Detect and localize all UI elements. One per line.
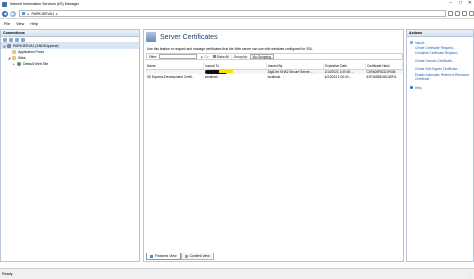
- import-icon: [410, 41, 413, 44]
- menu-help[interactable]: Help: [30, 22, 38, 26]
- filter-bar: Filter: ▶ Go Show All | Group by: No Gro…: [146, 53, 403, 60]
- sites-folder-icon: [12, 56, 16, 60]
- go-arrow-icon: ▶: [200, 54, 204, 59]
- cell-hash: 61F3A5BD3DC6EFA: [366, 74, 397, 79]
- cell-issued-by: localhost: [267, 74, 281, 79]
- connect-icon[interactable]: [3, 37, 7, 42]
- status-text: Ready: [2, 272, 13, 276]
- address-bar: ◀ ▶ ▸ PARKJEEVA1 ▸: [0, 9, 474, 19]
- show-all-button[interactable]: Show All: [212, 55, 229, 59]
- back-button[interactable]: ◀: [2, 10, 8, 17]
- tree-item-label: Application Pools: [18, 50, 45, 54]
- view-tabs: Features View Content View: [146, 253, 214, 260]
- group-by-label: Group by:: [233, 54, 248, 59]
- close-button[interactable]: ✕: [468, 1, 472, 6]
- refresh-icon[interactable]: [448, 11, 454, 16]
- window-title: Internet Information Services (IIS) Mana…: [10, 2, 79, 6]
- tree-item-label: Sites: [18, 56, 26, 60]
- breadcrumb-server[interactable]: PARKJEEVA1: [31, 12, 54, 16]
- connections-header: Connections: [1, 30, 139, 37]
- connections-panel: Connections ◢ PARKJEEVA1 (ANDI\Uppena) A…: [0, 29, 140, 262]
- server-icon: [21, 12, 25, 15]
- home-icon[interactable]: [462, 11, 468, 16]
- server-icon: [7, 44, 11, 48]
- address-field[interactable]: ▸ PARKJEEVA1 ▸: [18, 10, 447, 17]
- tree-item-label: PARKJEEVA1 (ANDI\Uppena): [13, 44, 59, 48]
- up-icon[interactable]: [15, 37, 19, 42]
- group-by-select[interactable]: No Grouping: [249, 54, 274, 59]
- features-view-icon: [150, 254, 153, 258]
- help-icon: [410, 86, 413, 89]
- actions-header: Actions: [407, 30, 473, 37]
- feature-header: Server Certificates: [146, 32, 218, 42]
- features-panel: Server Certificates Use this feature to …: [143, 29, 404, 262]
- action-enable-automatic-rebind[interactable]: Enable Automatic Rebind of Renewed Certi…: [407, 73, 471, 82]
- cell-name: IIS Express Development Certif...: [147, 74, 195, 79]
- content-view-icon: [184, 254, 188, 258]
- tree-item-label: Default Web Site: [23, 62, 49, 66]
- globe-icon: [17, 62, 21, 66]
- filter-separator: |: [230, 54, 232, 59]
- certificates-table: Name Issued To Issued By Expiration Date…: [146, 63, 403, 79]
- breadcrumb-separator-icon: ▸: [27, 11, 30, 16]
- maximize-button[interactable]: □: [459, 1, 462, 6]
- title-bar: Internet Information Services (IIS) Mana…: [0, 0, 474, 8]
- menu-file[interactable]: File: [4, 22, 10, 26]
- forward-button[interactable]: ▶: [9, 10, 16, 17]
- feature-description: Use this feature to request and manage c…: [147, 47, 314, 51]
- minimize-button[interactable]: –: [449, 1, 452, 6]
- save-icon[interactable]: [9, 37, 13, 42]
- iis-app-icon: [2, 1, 7, 7]
- certificate-icon: [146, 32, 156, 42]
- menu-view[interactable]: View: [16, 22, 24, 26]
- resize-grip-icon[interactable]: ⋱: [468, 273, 472, 278]
- status-bar: Ready ⋱: [0, 268, 474, 279]
- collapse-icon[interactable]: ◢: [8, 56, 11, 60]
- tree-item-default-web-site[interactable]: ▸ Default Web Site: [1, 61, 139, 67]
- actions-panel: Actions Import... Create Certificate Req…: [406, 29, 474, 262]
- collapse-icon[interactable]: ◢: [3, 44, 6, 48]
- page-title: Server Certificates: [160, 33, 218, 41]
- show-all-icon: [212, 55, 216, 58]
- filter-label: Filter:: [149, 54, 157, 59]
- stop-icon[interactable]: [455, 11, 461, 16]
- go-button[interactable]: ▶ Go: [201, 55, 209, 59]
- tab-features-view[interactable]: Features View: [146, 253, 181, 260]
- action-help[interactable]: Help: [407, 85, 473, 90]
- filter-input[interactable]: [158, 54, 197, 59]
- app-pools-icon: [12, 50, 16, 54]
- disconnect-icon[interactable]: [21, 37, 25, 42]
- breadcrumb-separator-icon: ▸: [56, 11, 58, 16]
- cell-expiration: 4/2/2024 1:00:00 ...: [324, 74, 353, 79]
- redaction-highlight: [218, 70, 233, 74]
- cell-issued-to: localhost: [204, 74, 218, 79]
- table-row[interactable]: IIS Express Development Certif... localh…: [146, 74, 403, 79]
- menu-bar: File View Help: [0, 20, 474, 27]
- expand-icon[interactable]: ▸: [13, 62, 16, 66]
- help-icon[interactable]: [469, 11, 474, 16]
- tab-content-view[interactable]: Content View: [180, 253, 214, 260]
